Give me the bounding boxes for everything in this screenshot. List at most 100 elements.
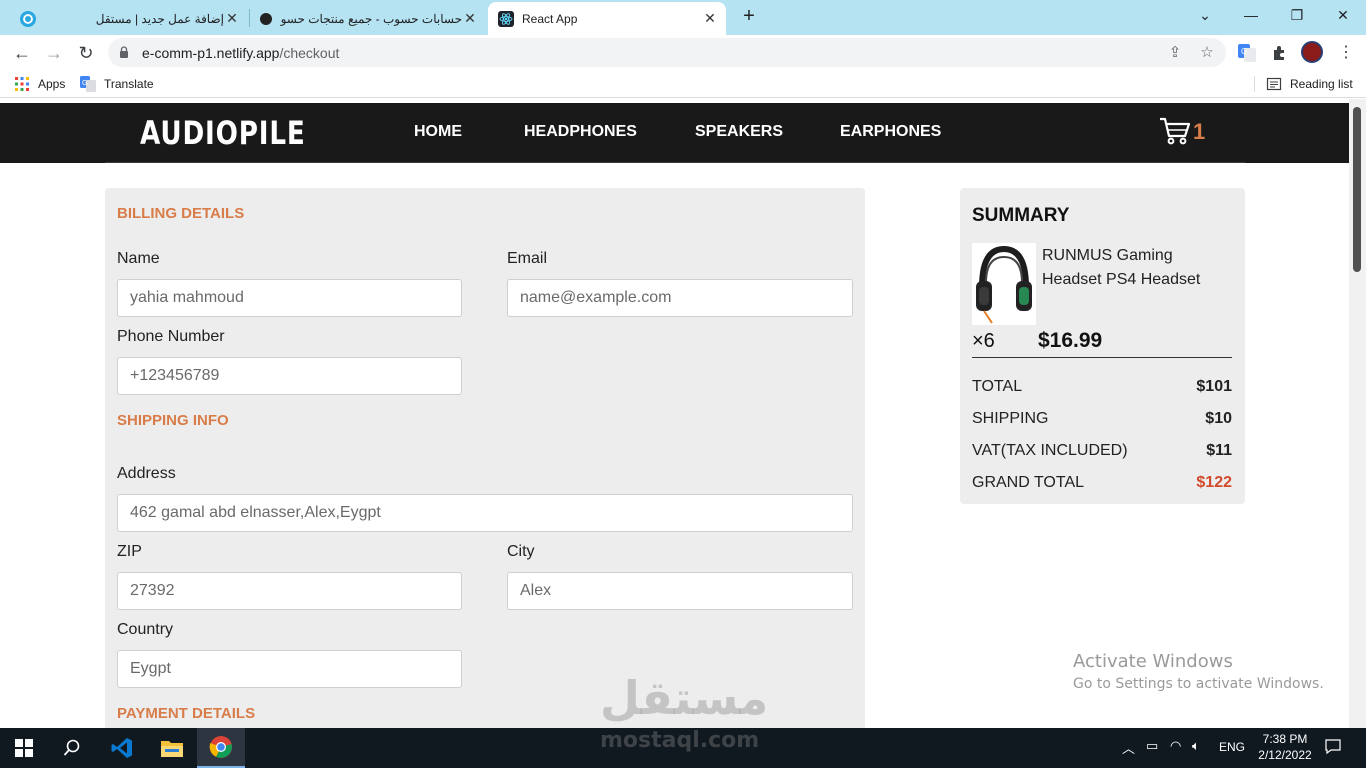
taskbar-chrome[interactable] — [197, 728, 245, 768]
product-price: $16.99 — [1038, 329, 1103, 352]
activate-windows-subtitle: Go to Settings to activate Windows. — [1073, 676, 1324, 692]
start-button[interactable] — [0, 728, 48, 768]
tab-title: إضافة عمل جديد | مستقل — [95, 11, 224, 26]
lock-icon — [120, 46, 128, 58]
search-icon — [63, 739, 80, 756]
back-arrow-icon[interactable]: ← — [10, 41, 34, 65]
email-field[interactable]: name@example.com — [507, 279, 853, 317]
email-label: Email — [507, 250, 548, 267]
bookmark-apps[interactable]: Apps — [14, 76, 65, 92]
hsoub-icon — [260, 12, 272, 25]
taskbar-file-explorer[interactable] — [148, 728, 196, 768]
shipping-info-heading: SHIPPING INFO — [117, 412, 229, 429]
billing-details-heading: BILLING DETAILS — [117, 205, 245, 222]
vscode-icon — [111, 738, 132, 758]
nav-headphones[interactable]: HEADPHONES — [524, 123, 637, 141]
divider — [1254, 76, 1255, 92]
url-host: e-comm-p1.netlify.app — [142, 45, 280, 61]
tab-search-chevron-icon[interactable]: ⌄ — [1192, 4, 1218, 26]
cart-icon[interactable] — [1159, 116, 1191, 146]
bookmark-label: Apps — [38, 77, 66, 91]
row-label: SHIPPING — [972, 410, 1049, 427]
reload-icon[interactable]: ↻ — [74, 41, 98, 65]
folder-icon — [161, 741, 183, 757]
profile-avatar[interactable] — [1301, 41, 1323, 63]
tab-mostaql[interactable]: إضافة عمل جديد | مستقل ✕ — [8, 2, 248, 35]
mostaql-icon — [20, 10, 36, 27]
bookmarks-bar: Apps G Translate Reading list — [0, 70, 1366, 98]
site-logo[interactable]: AUDIOPILE — [140, 114, 306, 152]
reading-list-button[interactable]: Reading list — [1266, 76, 1353, 92]
product-image — [972, 243, 1036, 325]
name-label: Name — [117, 250, 160, 267]
address-field[interactable]: 462 gamal abd elnasser,Alex,Eygpt — [117, 494, 853, 532]
row-value: $101 — [1196, 378, 1232, 395]
address-bar[interactable]: e-comm-p1.netlify.app/checkout ⇪ ☆ — [108, 38, 1226, 67]
scrollbar-thumb[interactable] — [1353, 107, 1361, 272]
window-close-icon[interactable]: ✕ — [1330, 4, 1356, 26]
search-button[interactable] — [48, 728, 96, 768]
country-label: Country — [117, 621, 174, 638]
checkout-form: BILLING DETAILS Name yahia mahmoud Email… — [105, 188, 865, 728]
mostaql-watermark: مستقل — [600, 671, 769, 725]
chrome-icon — [209, 736, 232, 758]
close-icon[interactable]: ✕ — [702, 10, 718, 27]
bookmark-translate[interactable]: G Translate — [80, 76, 154, 92]
row-label: VAT(TAX INCLUDED) — [972, 442, 1128, 459]
clock-time: 7:38 PM — [1262, 732, 1308, 746]
site-header: AUDIOPILE HOME HEADPHONES SPEAKERS EARPH… — [0, 103, 1349, 163]
row-value: $122 — [1196, 474, 1232, 491]
nav-home[interactable]: HOME — [414, 123, 462, 141]
new-tab-button[interactable]: + — [738, 5, 760, 27]
row-value: $10 — [1205, 410, 1232, 427]
share-icon[interactable]: ⇪ — [1166, 44, 1184, 62]
notifications-icon[interactable] — [1325, 738, 1341, 757]
summary-heading: SUMMARY — [972, 205, 1070, 226]
nav-speakers[interactable]: SPEAKERS — [695, 123, 783, 141]
google-translate-icon[interactable]: G — [1237, 43, 1257, 63]
menu-kebab-icon[interactable]: ⋮ — [1334, 41, 1358, 65]
reading-list-label: Reading list — [1290, 77, 1353, 91]
taskbar-clock[interactable]: 7:38 PM 2/12/2022 — [1250, 731, 1320, 763]
minimize-icon[interactable]: — — [1238, 4, 1264, 26]
svg-text:G: G — [82, 80, 87, 87]
zip-field[interactable]: 27392 — [117, 572, 462, 610]
windows-logo-icon — [15, 739, 33, 757]
phone-field[interactable]: +123456789 — [117, 357, 462, 395]
battery-icon[interactable]: ▭ — [1146, 738, 1158, 754]
wifi-icon[interactable]: ◠ — [1170, 738, 1181, 754]
restore-icon[interactable]: ❐ — [1284, 4, 1310, 26]
name-field[interactable]: yahia mahmoud — [117, 279, 462, 317]
tab-hsoub[interactable]: حسابات حسوب - جميع منتجات حسوب ✕ — [250, 2, 486, 35]
url-path: /checkout — [279, 45, 340, 61]
summary-divider — [972, 357, 1232, 358]
extensions-puzzle-icon[interactable] — [1270, 43, 1290, 63]
address-label: Address — [117, 465, 176, 482]
react-icon — [498, 10, 514, 27]
country-field[interactable]: Eygpt — [117, 650, 462, 688]
tray-chevron-icon[interactable]: ︿ — [1122, 738, 1135, 757]
summary-row-total: TOTAL $101 — [972, 378, 1232, 400]
zip-label: ZIP — [117, 543, 142, 560]
activate-windows-title: Activate Windows — [1073, 651, 1233, 672]
page-scrollbar[interactable] — [1349, 99, 1366, 728]
mostaql-domain-watermark: mostaql.com — [600, 728, 760, 753]
city-label: City — [507, 543, 535, 560]
close-icon[interactable]: ✕ — [462, 10, 478, 27]
taskbar-vscode[interactable] — [98, 728, 146, 768]
forward-arrow-icon[interactable]: → — [42, 41, 66, 65]
close-icon[interactable]: ✕ — [224, 10, 240, 27]
tab-react-app[interactable]: React App ✕ — [488, 2, 726, 35]
url-text[interactable]: e-comm-p1.netlify.app/checkout — [142, 45, 339, 61]
bookmark-star-icon[interactable]: ☆ — [1198, 44, 1216, 62]
nav-earphones[interactable]: EARPHONES — [840, 123, 941, 141]
summary-row-grand-total: GRAND TOTAL $122 — [972, 474, 1232, 496]
cart-count-badge[interactable]: 1 — [1193, 119, 1205, 145]
city-field[interactable]: Alex — [507, 572, 853, 610]
language-indicator[interactable]: ENG — [1219, 740, 1245, 754]
volume-icon[interactable]: 🔈︎ — [1192, 738, 1200, 754]
row-value: $11 — [1206, 442, 1232, 459]
summary-row-shipping: SHIPPING $10 — [972, 410, 1232, 432]
payment-details-heading: PAYMENT DETAILS — [117, 705, 256, 722]
clock-date: 2/12/2022 — [1258, 748, 1312, 762]
